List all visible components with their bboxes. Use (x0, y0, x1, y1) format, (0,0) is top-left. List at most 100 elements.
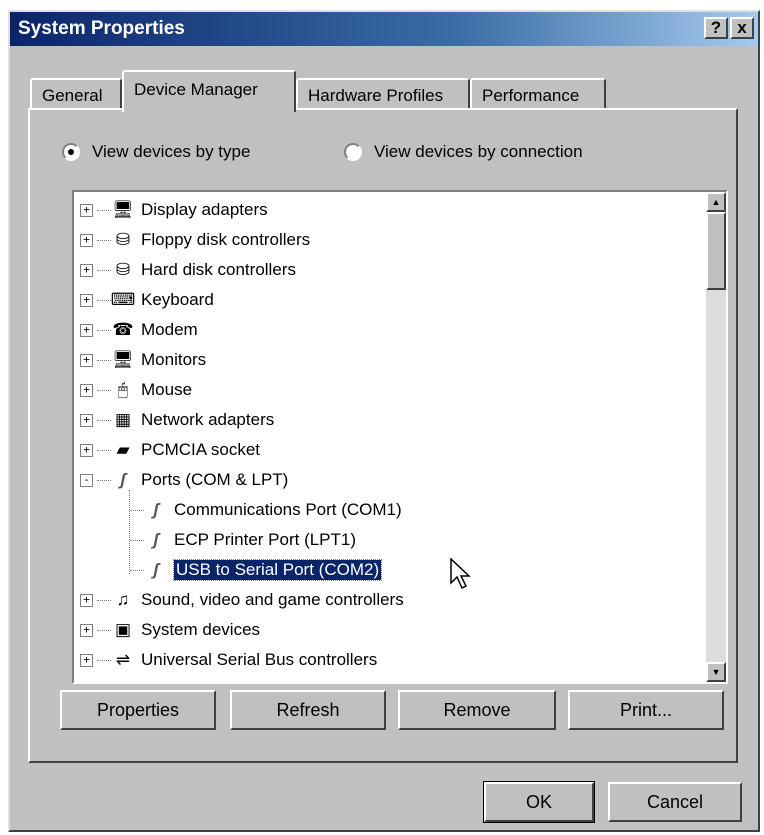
tree-item-label: Mouse (141, 380, 193, 399)
collapse-icon[interactable]: - (80, 473, 93, 487)
tree-connector (130, 569, 144, 571)
expand-icon[interactable]: + (80, 293, 93, 307)
drive-icon: ⛁ (115, 260, 131, 279)
tree-connector (97, 479, 111, 481)
tree-item[interactable]: ʃ Communications Port (COM1) (130, 496, 402, 524)
keyboard-icon: ⌨ (110, 290, 136, 309)
tree-item-label: Universal Serial Bus controllers (141, 650, 378, 669)
print-button[interactable]: Print... (568, 690, 724, 730)
tree-item-label: ECP Printer Port (LPT1) (174, 530, 357, 549)
monitor-icon: 🖥 (112, 350, 134, 369)
expand-icon[interactable]: + (80, 383, 93, 397)
title-bar[interactable]: System Properties ? x (10, 12, 758, 46)
expand-icon[interactable]: + (80, 413, 93, 427)
tree-connector (97, 269, 111, 271)
expand-icon[interactable]: + (80, 263, 93, 277)
tab-hardware-profiles[interactable]: Hardware Profiles (296, 78, 470, 110)
expand-icon[interactable]: + (80, 593, 93, 607)
ok-button[interactable]: OK (483, 781, 595, 823)
mouse-icon: 🖱 (117, 380, 129, 399)
tree-connector (97, 239, 111, 241)
tree-item[interactable]: + ▰ PCMCIA socket (80, 436, 260, 464)
tree-item[interactable]: + ⇌ Universal Serial Bus controllers (80, 646, 377, 674)
expand-icon[interactable]: + (80, 353, 93, 367)
tree-item[interactable]: + 🖱 Mouse (80, 376, 192, 404)
expand-icon[interactable]: + (80, 623, 93, 637)
window-title: System Properties (18, 18, 185, 39)
monitor-icon: 🖥 (112, 200, 134, 219)
tree-item-label: Network adapters (141, 410, 275, 429)
cancel-button[interactable]: Cancel (608, 782, 742, 822)
tree-item[interactable]: + 🖥 Monitors (80, 346, 206, 374)
view-by-type-label: View devices by type (92, 142, 251, 161)
tree-item[interactable]: + ♫ Sound, video and game controllers (80, 586, 404, 614)
tree-connector (97, 599, 111, 601)
usb-icon: ⇌ (115, 650, 131, 669)
tree-item-label: Sound, video and game controllers (141, 590, 404, 609)
port-icon: ʃ (153, 500, 159, 519)
remove-button[interactable]: Remove (398, 690, 556, 730)
tree-connector (97, 419, 111, 421)
tab-performance[interactable]: Performance (470, 78, 606, 110)
expand-icon[interactable]: + (80, 233, 93, 247)
tree-connector (97, 659, 111, 661)
close-button[interactable]: x (730, 17, 754, 39)
view-by-type-option[interactable]: View devices by type (62, 140, 250, 164)
properties-button[interactable]: Properties (60, 690, 216, 730)
view-by-connection-label: View devices by connection (374, 142, 583, 161)
pcmcia-icon: ▰ (116, 440, 130, 459)
tree-item-label: Keyboard (141, 290, 214, 309)
tab-general[interactable]: General (30, 78, 122, 110)
tree-item-label: Communications Port (COM1) (174, 500, 402, 519)
scroll-down-icon[interactable]: ▼ (706, 662, 726, 682)
tab-device-manager[interactable]: Device Manager (122, 70, 296, 112)
tree-item-label: USB to Serial Port (COM2) (172, 559, 383, 581)
scroll-up-icon[interactable]: ▲ (706, 192, 726, 212)
port-icon: ʃ (153, 530, 159, 549)
expand-icon[interactable]: + (80, 653, 93, 667)
scroll-thumb[interactable] (706, 212, 726, 290)
radio-unselected-icon[interactable] (344, 143, 362, 161)
tree-connector (97, 449, 111, 451)
network-card-icon: ▦ (114, 410, 132, 429)
tree-item-label: System devices (141, 620, 261, 639)
radio-selected-icon[interactable] (62, 143, 80, 161)
help-button[interactable]: ? (704, 17, 728, 39)
tree-connector (130, 509, 144, 511)
mouse-pointer-icon (450, 558, 471, 590)
tree-item-label: Monitors (141, 350, 207, 369)
tree-item-label: Display adapters (141, 200, 268, 219)
tree-item[interactable]: + 🖥 Display adapters (80, 196, 268, 224)
tree-item[interactable]: + ☎ Modem (80, 316, 198, 344)
port-icon: ʃ (120, 470, 126, 489)
tree-item[interactable]: + ⌨ Keyboard (80, 286, 214, 314)
view-by-connection-option[interactable]: View devices by connection (344, 140, 583, 164)
tree-connector (97, 329, 111, 331)
tree-item-label: Floppy disk controllers (141, 230, 311, 249)
tree-item[interactable]: - ʃ Ports (COM & LPT) (80, 466, 288, 494)
drive-icon: ⛁ (115, 230, 131, 249)
expand-icon[interactable]: + (80, 323, 93, 337)
tree-item[interactable]: ʃ USB to Serial Port (COM2) (130, 556, 383, 584)
expand-icon[interactable]: + (80, 443, 93, 457)
tree-item[interactable]: + ▣ System devices (80, 616, 260, 644)
tree-connector (97, 389, 111, 391)
tree-item-label: PCMCIA socket (141, 440, 261, 459)
tree-connector (97, 629, 111, 631)
tree-item-label: Ports (COM & LPT) (141, 470, 289, 489)
system-properties-window: System Properties ? x General Device Man… (8, 10, 760, 832)
port-icon: ʃ (153, 560, 159, 579)
modem-icon: ☎ (112, 320, 134, 339)
tree-item[interactable]: + ▦ Network adapters (80, 406, 274, 434)
expand-icon[interactable]: + (80, 203, 93, 217)
tree-connector (97, 209, 111, 211)
refresh-button[interactable]: Refresh (230, 690, 386, 730)
tree-scrollbar[interactable]: ▲ ▼ (706, 192, 726, 682)
tree-item[interactable]: + ⛁ Floppy disk controllers (80, 226, 310, 254)
tree-item[interactable]: + ⛁ Hard disk controllers (80, 256, 296, 284)
tree-item-label: Hard disk controllers (141, 260, 296, 279)
device-tree[interactable]: + 🖥 Display adapters + ⛁ Floppy disk controll… (72, 190, 728, 684)
tree-item[interactable]: ʃ ECP Printer Port (LPT1) (130, 526, 356, 554)
tree-connector (97, 359, 111, 361)
device-tree-list: + 🖥 Display adapters + ⛁ Floppy disk controll… (74, 192, 708, 682)
